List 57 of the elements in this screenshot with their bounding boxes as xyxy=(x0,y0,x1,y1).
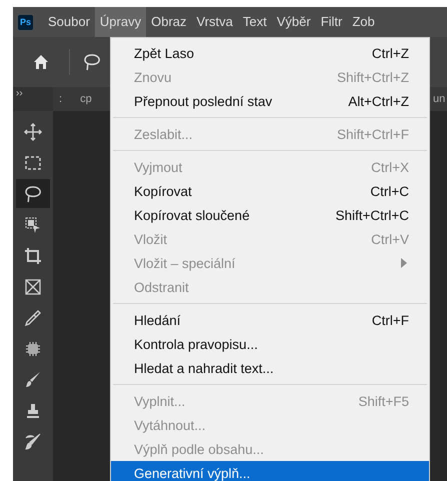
app-logo: Ps xyxy=(18,14,33,30)
menu-item[interactable]: Hledání Ctrl+F xyxy=(111,308,429,332)
menu-item-label: Kontrola pravopisu... xyxy=(134,336,259,352)
shortcut-label: Ctrl+V xyxy=(371,232,409,246)
menu-bar-item[interactable]: Vrstva xyxy=(192,7,238,37)
menu-bar-item[interactable]: Úpravy xyxy=(94,7,146,37)
shortcut-label: Shift+Ctrl+F xyxy=(336,126,409,142)
shortcut-label: Ctrl+Z xyxy=(372,46,409,60)
menu-item[interactable]: Kopírovat sloučené Shift+Ctrl+C xyxy=(111,203,429,227)
menu-item-label: Hledat a nahradit text... xyxy=(134,360,275,376)
menu-item-label: Hledání xyxy=(134,312,182,328)
tool-button[interactable] xyxy=(16,179,50,208)
menu-item-label: Zeslabit... xyxy=(134,126,194,142)
document-tab[interactable]: un xyxy=(433,93,447,105)
menu-item-label: Znovu xyxy=(134,70,173,84)
panel-toggle[interactable]: ›› xyxy=(13,88,23,99)
shortcut-label: Alt+Ctrl+Z xyxy=(348,94,409,108)
menu-bar-item[interactable]: Text xyxy=(238,7,272,37)
history-brush-icon xyxy=(23,432,43,452)
document-tab[interactable]: cp xyxy=(80,93,92,105)
menu-item-label: Vložit xyxy=(134,232,168,246)
menu-bar-item[interactable]: Zob xyxy=(347,7,380,37)
shortcut-label: Ctrl+F xyxy=(372,312,409,328)
menu-bar-item[interactable]: Výběr xyxy=(272,7,316,37)
menu-item-label: Výplň podle obsahu... xyxy=(134,442,265,456)
menu-item[interactable]: Generativní výplň... xyxy=(111,461,429,481)
menu-bar-item[interactable]: Soubor xyxy=(43,7,95,37)
lasso-icon[interactable] xyxy=(82,52,102,72)
grip-handle[interactable]: : xyxy=(59,93,62,105)
menu-item[interactable]: Hledat a nahradit text... xyxy=(111,356,429,380)
shortcut-label: Ctrl+X xyxy=(371,160,409,174)
menu-bar-item[interactable]: Obraz xyxy=(146,7,192,37)
crop-icon xyxy=(23,246,43,266)
menu-item-label: Vytáhnout... xyxy=(134,418,207,432)
move-icon xyxy=(23,122,43,142)
menu-item-label: Kopírovat sloučené xyxy=(134,208,251,222)
home-icon[interactable] xyxy=(33,54,49,70)
menu-item-label: Zpět Laso xyxy=(134,46,196,60)
menu-item-label: Odstranit xyxy=(134,280,190,294)
menu-item[interactable]: Kontrola pravopisu... xyxy=(111,332,429,356)
menu-item-label: Přepnout poslední stav xyxy=(134,94,274,108)
menu-item-label: Vložit – speciální xyxy=(134,256,236,270)
menu-item-label: Generativní výplň... xyxy=(134,466,252,480)
menu-item[interactable]: Kopírovat Ctrl+C xyxy=(111,179,429,203)
shortcut-label: Ctrl+C xyxy=(370,184,409,198)
menu-item[interactable]: Zpět Laso Ctrl+Z xyxy=(111,41,429,65)
menu-bar-item[interactable]: Filtr xyxy=(316,7,348,37)
shortcut-label: Shift+Ctrl+Z xyxy=(336,70,409,84)
menu-item-label: Vyplnit... xyxy=(134,394,186,408)
brush-icon xyxy=(23,370,43,390)
shortcut-label: Shift+F5 xyxy=(358,394,409,408)
lasso-icon xyxy=(23,184,43,204)
menu-item[interactable]: Přepnout poslední stav Alt+Ctrl+Z xyxy=(111,89,429,113)
menu-item-label: Kopírovat xyxy=(134,184,193,198)
menu-item-label: Vyjmout xyxy=(134,160,184,174)
frame-icon xyxy=(23,276,43,296)
shortcut-label: Shift+Ctrl+C xyxy=(335,208,409,222)
